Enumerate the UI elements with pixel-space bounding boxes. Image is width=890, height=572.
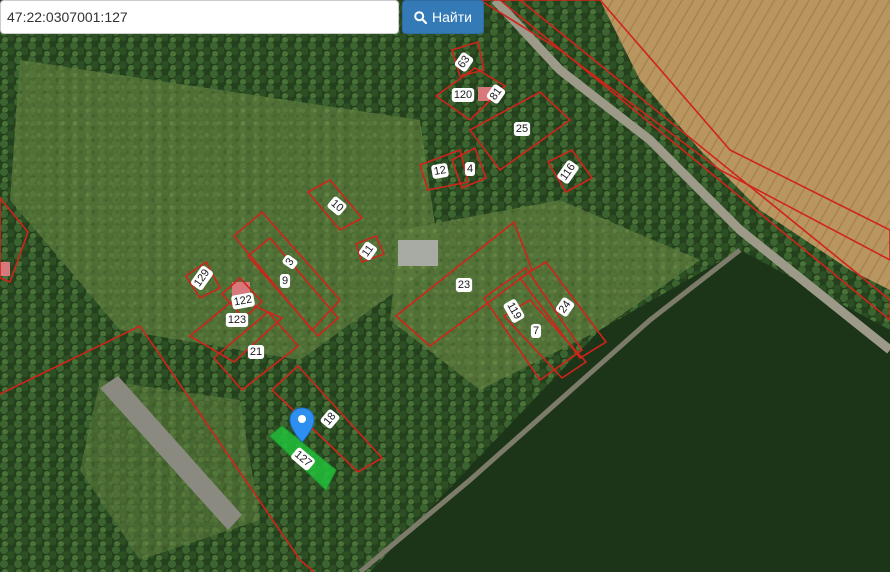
plot-number-label: 21 [250,346,262,358]
plot-number-label: 9 [282,275,288,287]
search-bar: Найти [0,0,484,34]
plot-number-label: 123 [228,314,246,326]
search-button-label: Найти [432,9,472,25]
plot-number-label: 4 [467,163,473,175]
house-roof [0,262,10,276]
plot-number-label: 12 [433,164,447,178]
plot-number-label: 23 [458,279,470,291]
house-roof [398,240,438,266]
plot-number-label: 25 [516,123,528,135]
search-button[interactable]: Найти [402,0,484,34]
search-input[interactable] [0,0,399,34]
plot-number-label: 7 [533,325,539,337]
search-icon [414,10,428,24]
satellite-map[interactable]: 63120 812512 4 1161011391291221232123119724… [0,0,890,572]
plot-number-label: 120 [454,89,472,101]
